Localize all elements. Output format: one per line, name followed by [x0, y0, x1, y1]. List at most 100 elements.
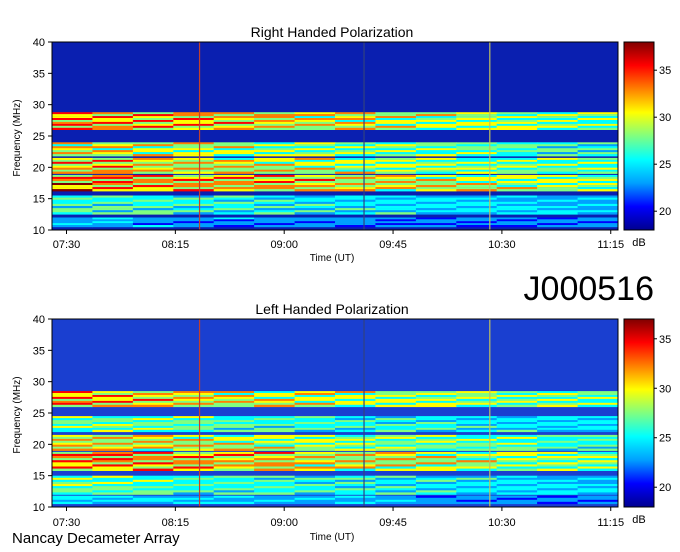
band-cell: [132, 112, 174, 115]
band-cell: [456, 223, 498, 226]
band-cell: [173, 123, 215, 127]
band-cell: [294, 185, 336, 188]
band-cell: [213, 212, 255, 215]
band-cell: [415, 176, 457, 180]
band-cell: [173, 490, 215, 493]
band-cell: [415, 219, 457, 222]
band-cell: [173, 486, 215, 489]
band-cell: [173, 429, 215, 433]
y-tick-label: 25: [33, 131, 45, 143]
band-cell: [335, 490, 376, 493]
band-cell: [213, 157, 255, 161]
band-cell: [456, 189, 498, 192]
band-cell: [132, 219, 174, 222]
band-cell: [335, 161, 376, 165]
band-cell: [294, 475, 336, 479]
band-cell: [577, 453, 619, 457]
band-cell: [254, 208, 295, 211]
band-cell: [173, 223, 215, 226]
band-cell: [496, 484, 538, 487]
band-cell: [254, 448, 295, 451]
band-cell: [415, 181, 457, 184]
band-cell: [577, 479, 619, 483]
band-cell: [213, 114, 255, 117]
band-cell: [335, 206, 376, 209]
band-cell: [132, 497, 174, 501]
band-cell: [577, 176, 619, 180]
band-cell: [375, 120, 417, 123]
band-cell: [335, 118, 376, 121]
y-tick-label: 25: [33, 408, 45, 420]
band-cell: [173, 176, 215, 180]
band-cell: [415, 468, 457, 471]
band-cell: [294, 120, 336, 123]
band-cell: [132, 444, 174, 447]
band-cell: [537, 425, 578, 429]
band-cell: [254, 121, 295, 125]
band-cell: [415, 501, 457, 505]
band-cell: [52, 185, 93, 188]
band-cell: [132, 125, 174, 128]
band-cell: [132, 225, 174, 228]
band-cell: [254, 486, 295, 489]
band-cell: [537, 453, 578, 457]
band-cell: [577, 481, 619, 485]
band-cell: [52, 425, 93, 429]
band-cell: [496, 116, 538, 119]
band-cell: [132, 123, 174, 127]
band-cell: [132, 206, 174, 209]
colorbar-tick-label: 25: [659, 159, 671, 171]
band-cell: [254, 223, 295, 226]
band-cell: [537, 195, 578, 198]
band-cell: [92, 418, 134, 421]
band-cell: [577, 460, 619, 463]
band-cell: [496, 393, 538, 396]
band-cell: [52, 146, 93, 149]
band-cell: [92, 486, 134, 489]
band-cell: [52, 161, 93, 165]
band-cell: [335, 112, 376, 115]
band-cell: [456, 171, 498, 174]
band-cell: [213, 495, 255, 498]
band-cell: [294, 121, 336, 125]
band-cell: [415, 199, 457, 203]
band-cell: [294, 221, 336, 224]
band-cell: [496, 206, 538, 209]
band-cell: [294, 125, 336, 128]
band-cell: [173, 116, 215, 119]
band-cell: [132, 171, 174, 174]
band-cell: [254, 197, 295, 200]
band-cell: [415, 150, 457, 153]
band-cell: [254, 495, 295, 498]
band-cell: [92, 112, 134, 115]
band-cell: [496, 120, 538, 123]
band-cell: [577, 404, 619, 408]
band-cell: [577, 429, 619, 433]
band-cell: [52, 460, 93, 463]
band-cell: [415, 154, 457, 157]
band-cell: [52, 422, 93, 425]
band-cell: [537, 495, 578, 498]
band-cell: [456, 199, 498, 203]
band-cell: [537, 157, 578, 161]
band-cell: [335, 448, 376, 451]
band-cell: [294, 398, 336, 402]
band-cell: [375, 144, 417, 147]
band-cell: [496, 429, 538, 433]
band-cell: [375, 456, 417, 459]
band-cell: [335, 187, 376, 190]
band-cell: [52, 488, 93, 491]
band-cell: [415, 404, 457, 408]
band-cell: [52, 453, 93, 457]
band-cell: [132, 212, 174, 215]
band-cell: [294, 462, 336, 465]
band-cell: [415, 144, 457, 147]
band-cell: [335, 462, 376, 465]
band-cell: [173, 462, 215, 465]
band-cell: [92, 201, 134, 205]
y-tick-label: 20: [33, 439, 45, 451]
band-cell: [415, 118, 457, 121]
band-cell: [92, 121, 134, 125]
band-cell: [52, 189, 93, 192]
band-cell: [52, 396, 93, 400]
